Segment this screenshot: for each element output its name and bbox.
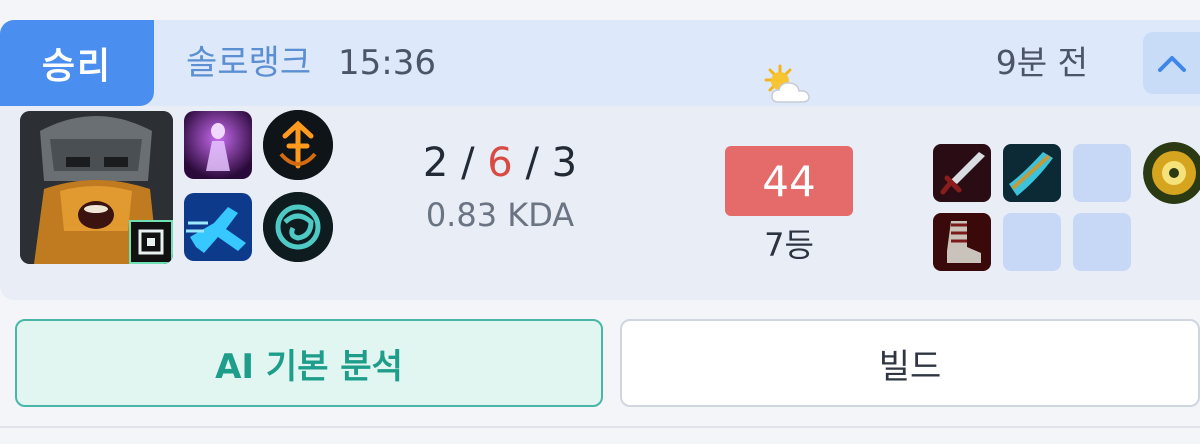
item-slot-empty <box>1073 213 1131 271</box>
kda-line: 2 / 6 / 3 <box>360 140 640 186</box>
result-badge: 승리 <box>0 20 154 106</box>
item-slot-empty <box>1003 213 1061 271</box>
champion-portrait[interactable] <box>20 111 173 264</box>
build-button[interactable]: 빌드 <box>620 319 1200 407</box>
keystone-rune-icon[interactable] <box>263 110 333 180</box>
match-card[interactable]: 승리 솔로랭크 15:36 9분 전 2 / 6 / 3 0.83 KDA 44… <box>0 20 1200 300</box>
chevron-up-icon <box>1157 56 1186 72</box>
match-header: 승리 솔로랭크 15:36 9분 전 <box>0 20 1200 106</box>
ai-analysis-button[interactable]: AI 기본 분석 <box>15 319 603 407</box>
summoner-spell-ghost-icon[interactable] <box>184 111 252 179</box>
performance-score: 44 <box>725 146 853 216</box>
secondary-rune-icon[interactable] <box>263 192 333 262</box>
performance-rank: 7등 <box>764 226 814 264</box>
trinket-ward-icon[interactable] <box>1143 142 1200 204</box>
partly-cloudy-icon <box>762 64 818 108</box>
champion-badge-icon <box>129 220 173 264</box>
queue-type: 솔로랭크 <box>186 43 312 83</box>
deaths: 6 <box>487 140 513 186</box>
kills: 2 <box>422 140 449 186</box>
item-dagger-icon[interactable] <box>933 144 991 202</box>
item-boots-icon[interactable] <box>933 213 991 271</box>
game-duration: 15:36 <box>338 43 436 83</box>
time-ago: 9분 전 <box>995 43 1088 82</box>
kda-ratio: 0.83 KDA <box>425 196 575 234</box>
assists: 3 <box>551 140 578 186</box>
summoner-spell-flash-icon[interactable] <box>184 193 252 261</box>
kda-separator: / <box>525 140 539 186</box>
divider <box>0 426 1200 428</box>
expand-button[interactable] <box>1143 32 1200 94</box>
item-blade-icon[interactable] <box>1003 144 1061 202</box>
item-slot-empty <box>1073 144 1131 202</box>
kda-separator: / <box>461 140 475 186</box>
